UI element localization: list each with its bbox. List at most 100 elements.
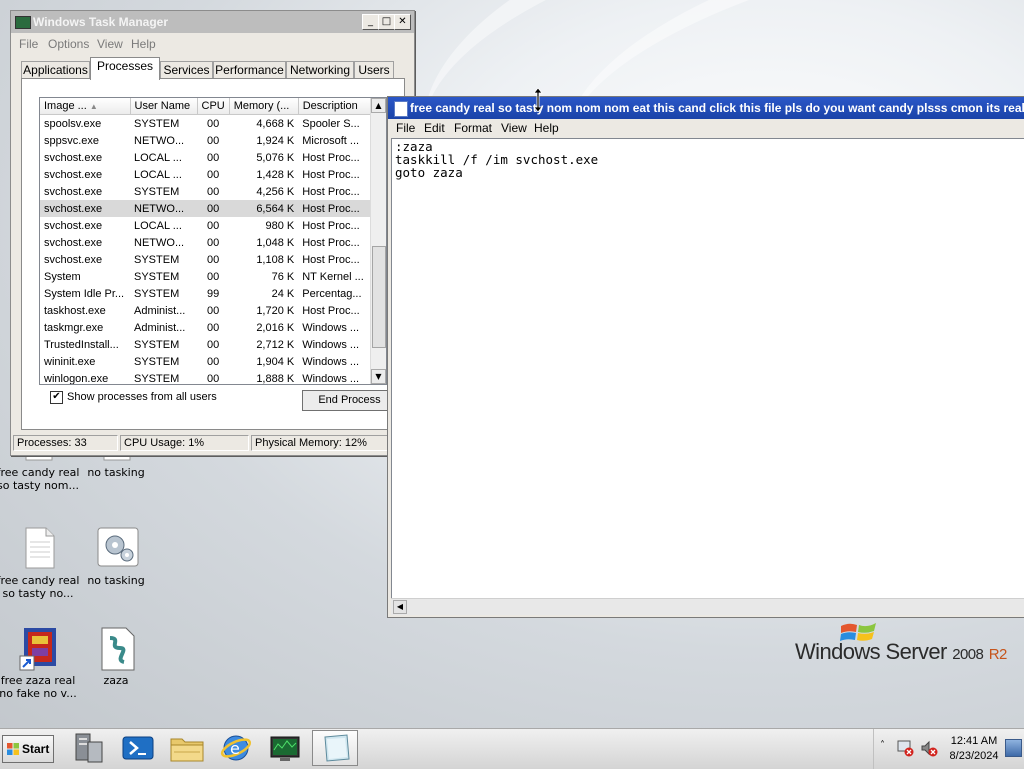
menu-file[interactable]: File [19, 37, 38, 51]
scroll-left-arrow-icon[interactable]: ◀ [393, 600, 407, 614]
volume-muted-icon[interactable] [920, 739, 938, 757]
taskbar-server-manager[interactable] [66, 730, 112, 766]
process-row[interactable]: svchost.exe SYSTEM 00 4,256 K Host Proc... [40, 183, 373, 200]
show-all-users-label[interactable]: Show processes from all users [67, 391, 217, 403]
notepad-text-area[interactable]: :zaza taskkill /f /im svchost.exe goto z… [391, 138, 1024, 599]
scroll-up-arrow-icon[interactable]: ▲ [371, 98, 386, 113]
process-row[interactable]: winlogon.exe SYSTEM 00 1,888 K Windows ... [40, 370, 373, 385]
menu-options[interactable]: Options [48, 37, 89, 51]
process-row[interactable]: svchost.exe LOCAL ... 00 5,076 K Host Proc..… [40, 149, 373, 166]
process-row[interactable]: svchost.exe LOCAL ... 00 1,428 K Host Proc..… [40, 166, 373, 183]
menu-help[interactable]: Help [534, 121, 559, 135]
task-manager-window[interactable]: Windows Task Manager _ □ ✕ File Options … [10, 10, 415, 456]
column-user-name[interactable]: User Name [130, 98, 198, 115]
notepad-icon [394, 101, 408, 117]
process-user-name: SYSTEM [134, 355, 180, 368]
process-row[interactable]: System SYSTEM 00 76 K NT Kernel ... [40, 268, 373, 285]
desktop-icon-zaza-shortcut[interactable]: free zaza real no fake no v... [0, 626, 80, 700]
process-image-name: svchost.exe [44, 185, 103, 198]
notepad-window[interactable]: free candy real so tasty nom nom nom eat… [387, 96, 1024, 618]
process-row[interactable]: wininit.exe SYSTEM 00 1,904 K Windows ... [40, 353, 373, 370]
process-row[interactable]: svchost.exe SYSTEM 00 1,108 K Host Proc... [40, 251, 373, 268]
menu-help[interactable]: Help [131, 37, 156, 51]
process-memory: 1,108 K [256, 253, 295, 266]
process-cpu: 00 [206, 236, 220, 249]
process-user-name: SYSTEM [134, 338, 180, 351]
show-desktop-button[interactable] [1005, 739, 1022, 757]
taskbar-notepad[interactable] [312, 730, 358, 766]
maximize-button[interactable]: □ [378, 14, 395, 30]
taskbar-explorer[interactable] [164, 730, 210, 766]
process-image-name: System [44, 270, 81, 283]
process-row[interactable]: spoolsv.exe SYSTEM 00 4,668 K Spooler S... [40, 115, 373, 133]
process-row[interactable]: System Idle Pr... SYSTEM 99 24 K Percentag..… [40, 285, 373, 302]
show-all-users-checkbox[interactable]: ✔ [50, 391, 63, 404]
end-process-button[interactable]: End Process [302, 390, 397, 411]
tab-services[interactable]: Services [160, 61, 213, 79]
process-row[interactable]: taskhost.exe Administ... 00 1,720 K Host Pro… [40, 302, 373, 319]
taskbar-powershell[interactable] [115, 730, 161, 766]
process-image-name: svchost.exe [44, 168, 103, 181]
processes-panel: Image ... ▲ User Name CPU Memory (... De… [21, 78, 405, 430]
notepad-icon [324, 734, 350, 762]
process-description: Host Proc... [302, 253, 360, 266]
desktop-icon-no-tasking-2[interactable]: no tasking [74, 526, 158, 587]
tab-performance[interactable]: Performance [213, 61, 286, 79]
taskbar-task-manager[interactable] [262, 730, 308, 766]
horizontal-scrollbar[interactable]: ◀ [391, 598, 1024, 615]
process-memory: 1,904 K [256, 355, 295, 368]
tab-users[interactable]: Users [354, 61, 394, 79]
process-cpu: 00 [206, 151, 220, 164]
menu-format[interactable]: Format [454, 121, 492, 135]
scroll-thumb[interactable] [372, 246, 386, 348]
process-description: Host Proc... [302, 168, 360, 181]
column-image-name[interactable]: Image ... ▲ [40, 98, 131, 115]
tab-networking[interactable]: Networking [286, 61, 354, 79]
process-user-name: LOCAL ... [134, 168, 182, 181]
text-file-icon [18, 526, 58, 570]
task-manager-titlebar[interactable]: Windows Task Manager _ □ ✕ [11, 11, 414, 33]
process-image-name: svchost.exe [44, 151, 103, 164]
desktop-icon-zaza[interactable]: zaza [74, 626, 158, 687]
tab-processes[interactable]: Processes [90, 57, 160, 80]
process-description: Host Proc... [302, 304, 360, 317]
system-tray: ˄ 12:41 AM 8/23/2024 [873, 729, 1024, 769]
sort-ascending-icon: ▲ [89, 102, 98, 111]
notepad-titlebar[interactable]: free candy real so tasty nom nom nom eat… [388, 97, 1024, 119]
process-description: Windows ... [302, 372, 360, 385]
minimize-button[interactable]: _ [362, 14, 379, 30]
desktop-icon-label: zaza [103, 674, 129, 687]
column-description[interactable]: Description [298, 98, 374, 115]
tab-applications[interactable]: Applications [21, 61, 90, 79]
menu-view[interactable]: View [501, 121, 527, 135]
network-disconnected-icon[interactable] [896, 739, 914, 757]
column-memory[interactable]: Memory (... [229, 98, 299, 115]
start-label: Start [22, 742, 50, 756]
notepad-content[interactable]: :zaza taskkill /f /im svchost.exe goto z… [392, 139, 1024, 180]
show-hidden-icons-chevron-icon[interactable]: ˄ [880, 740, 885, 751]
start-button[interactable]: Start [2, 735, 54, 763]
menu-view[interactable]: View [97, 37, 123, 51]
process-image-name: svchost.exe [40, 200, 130, 217]
scroll-down-arrow-icon[interactable]: ▼ [371, 369, 386, 384]
process-description: Spooler S... [302, 117, 360, 130]
process-row[interactable]: TrustedInstall... SYSTEM 00 2,712 K Windows … [40, 336, 373, 353]
column-cpu[interactable]: CPU [197, 98, 230, 115]
clock[interactable]: 12:41 AM 8/23/2024 [944, 734, 1004, 764]
process-row[interactable]: sppsvc.exe NETWO... 00 1,924 K Microsoft ... [40, 132, 373, 149]
process-list[interactable]: Image ... ▲ User Name CPU Memory (... De… [39, 97, 387, 385]
process-image-name: wininit.exe [44, 355, 96, 368]
column-label: Image ... [44, 100, 87, 112]
menu-edit[interactable]: Edit [424, 121, 445, 135]
desktop-icon-candy-2[interactable]: free candy real so tasty no... [0, 526, 80, 600]
status-processes: Processes: 33 [13, 435, 118, 451]
process-row[interactable]: taskmgr.exe Administ... 00 2,016 K Windows .… [40, 319, 373, 336]
vertical-scrollbar[interactable]: ▲ ▼ [370, 98, 386, 384]
process-row[interactable]: svchost.exe LOCAL ... 00 980 K Host Proc... [40, 217, 373, 234]
desktop-icon-label: free candy real so tasty nom... [0, 466, 80, 492]
process-row[interactable]: svchost.exe NETWO... 00 6,564 K Host Proc... [40, 200, 374, 217]
close-button[interactable]: ✕ [394, 14, 411, 30]
taskbar-internet-explorer[interactable]: e [213, 730, 259, 766]
menu-file[interactable]: File [396, 121, 415, 135]
process-row[interactable]: svchost.exe NETWO... 00 1,048 K Host Proc... [40, 234, 373, 251]
